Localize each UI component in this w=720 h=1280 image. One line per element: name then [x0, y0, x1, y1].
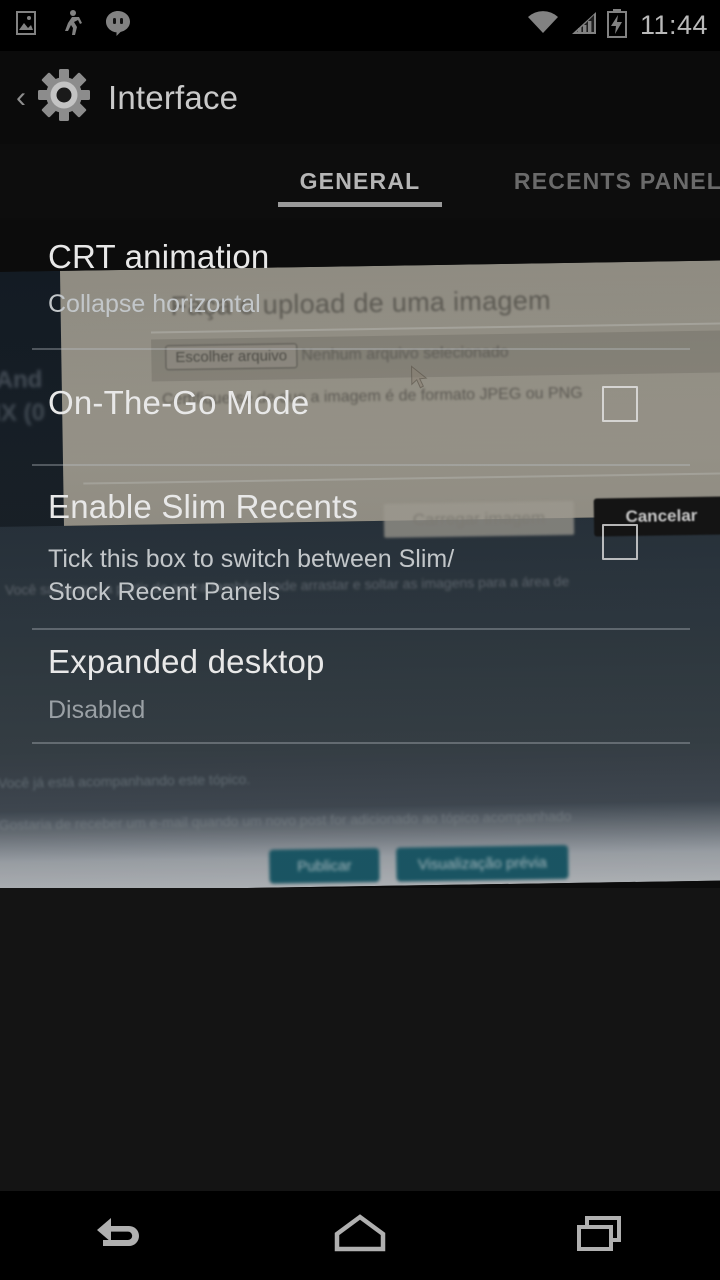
- setting-title: Expanded desktop: [48, 643, 325, 680]
- list-divider: [32, 348, 690, 350]
- screenshot-image-icon: [12, 9, 40, 42]
- setting-title: CRT animation: [48, 238, 270, 275]
- list-divider: [32, 464, 690, 466]
- tab-active-indicator: [278, 202, 442, 207]
- setting-title: On-The-Go Mode: [48, 384, 310, 421]
- gear-icon[interactable]: [34, 65, 94, 130]
- tab-recents-panel[interactable]: RECENTS PANEL: [478, 144, 720, 218]
- cellular-signal-icon: [568, 9, 598, 42]
- status-bar: 11:44: [0, 0, 720, 51]
- back-chevron-icon[interactable]: ‹: [8, 82, 34, 113]
- nav-home-button[interactable]: [240, 1191, 480, 1280]
- checkbox-on-the-go-mode[interactable]: [602, 386, 638, 422]
- settings-list: CRT animation Collapse horizontal On-The…: [0, 218, 720, 888]
- list-divider: [32, 628, 690, 630]
- back-icon: [89, 1210, 151, 1261]
- status-bar-clock: 11:44: [639, 10, 708, 40]
- nav-recents-button[interactable]: [480, 1191, 720, 1280]
- battery-charging-icon: [606, 8, 628, 43]
- page-title: Interface: [108, 78, 239, 116]
- wifi-icon: [526, 9, 560, 42]
- action-bar: ‹ Interface: [0, 51, 720, 144]
- setting-subtitle: Collapse horizontal: [48, 290, 261, 318]
- home-icon: [329, 1210, 391, 1261]
- phone-screen: 11:44 ‹ Interface GENERAL RECENTS PANEL …: [0, 0, 720, 1280]
- status-bar-system-icons: 11:44: [526, 8, 708, 43]
- hangouts-icon: [104, 9, 132, 42]
- navigation-bar: [0, 1191, 720, 1280]
- empty-content-area: [0, 888, 720, 1191]
- recents-icon: [569, 1210, 631, 1261]
- checkbox-enable-slim-recents[interactable]: [602, 524, 638, 560]
- list-divider: [32, 742, 690, 744]
- setting-subtitle-line-1: Tick this box to switch between Slim/: [48, 545, 455, 573]
- setting-subtitle: Disabled: [48, 696, 146, 724]
- pedometer-walk-icon: [60, 9, 84, 42]
- setting-title: Enable Slim Recents: [48, 488, 359, 525]
- setting-subtitle-line-2: Stock Recent Panels: [48, 578, 281, 606]
- nav-back-button[interactable]: [0, 1191, 240, 1280]
- status-bar-notification-icons: [12, 9, 132, 42]
